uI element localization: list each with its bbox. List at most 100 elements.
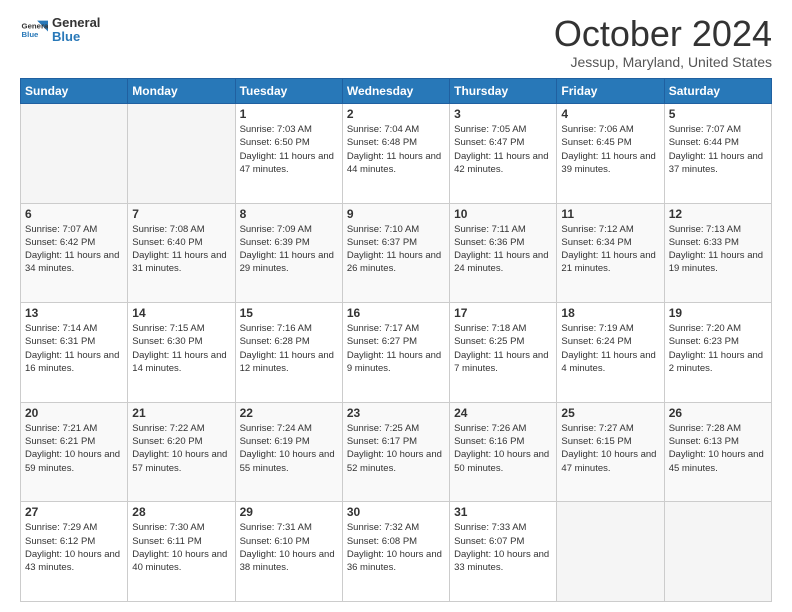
day-info: Sunrise: 7:07 AMSunset: 6:42 PMDaylight:…: [25, 223, 123, 276]
col-header-tuesday: Tuesday: [235, 79, 342, 104]
calendar-cell: [128, 104, 235, 204]
calendar-cell: 31Sunrise: 7:33 AMSunset: 6:07 PMDayligh…: [450, 502, 557, 602]
day-info: Sunrise: 7:10 AMSunset: 6:37 PMDaylight:…: [347, 223, 445, 276]
logo: General Blue General Blue: [20, 16, 100, 45]
col-header-thursday: Thursday: [450, 79, 557, 104]
day-number: 29: [240, 505, 338, 519]
calendar-week-2: 6 Sunrise: 7:07 AMSunset: 6:42 PMDaylight…: [21, 203, 772, 303]
calendar-cell: 11 Sunrise: 7:12 AMSunset: 6:34 PMDayligh…: [557, 203, 664, 303]
day-info: Sunrise: 7:31 AMSunset: 6:10 PMDaylight:…: [240, 521, 338, 574]
day-number: 23: [347, 406, 445, 420]
calendar-cell: 21Sunrise: 7:22 AMSunset: 6:20 PMDayligh…: [128, 402, 235, 502]
calendar-cell: 2Sunrise: 7:04 AMSunset: 6:48 PMDaylight…: [342, 104, 449, 204]
calendar-cell: [664, 502, 771, 602]
day-number: 20: [25, 406, 123, 420]
day-info: Sunrise: 7:06 AMSunset: 6:45 PMDaylight:…: [561, 123, 659, 176]
day-info: Sunrise: 7:08 AMSunset: 6:40 PMDaylight:…: [132, 223, 230, 276]
day-info: Sunrise: 7:13 AMSunset: 6:33 PMDaylight:…: [669, 223, 767, 276]
calendar-cell: 1 Sunrise: 7:03 AMSunset: 6:50 PMDaylight…: [235, 104, 342, 204]
location: Jessup, Maryland, United States: [554, 54, 772, 70]
day-number: 6: [25, 207, 123, 221]
day-info: Sunrise: 7:16 AMSunset: 6:28 PMDaylight:…: [240, 322, 338, 375]
calendar-cell: 10Sunrise: 7:11 AMSunset: 6:36 PMDayligh…: [450, 203, 557, 303]
day-info: Sunrise: 7:07 AMSunset: 6:44 PMDaylight:…: [669, 123, 767, 176]
day-number: 30: [347, 505, 445, 519]
day-number: 11: [561, 207, 659, 221]
svg-text:Blue: Blue: [22, 30, 40, 39]
day-number: 17: [454, 306, 552, 320]
day-number: 3: [454, 107, 552, 121]
day-info: Sunrise: 7:03 AMSunset: 6:50 PMDaylight:…: [240, 123, 338, 176]
day-info: Sunrise: 7:15 AMSunset: 6:30 PMDaylight:…: [132, 322, 230, 375]
calendar-cell: 24Sunrise: 7:26 AMSunset: 6:16 PMDayligh…: [450, 402, 557, 502]
col-header-monday: Monday: [128, 79, 235, 104]
calendar-cell: 12 Sunrise: 7:13 AMSunset: 6:33 PMDayligh…: [664, 203, 771, 303]
day-number: 10: [454, 207, 552, 221]
logo-text: General Blue: [52, 16, 100, 45]
day-number: 18: [561, 306, 659, 320]
day-info: Sunrise: 7:32 AMSunset: 6:08 PMDaylight:…: [347, 521, 445, 574]
day-number: 5: [669, 107, 767, 121]
day-info: Sunrise: 7:17 AMSunset: 6:27 PMDaylight:…: [347, 322, 445, 375]
day-info: Sunrise: 7:20 AMSunset: 6:23 PMDaylight:…: [669, 322, 767, 375]
day-info: Sunrise: 7:05 AMSunset: 6:47 PMDaylight:…: [454, 123, 552, 176]
col-header-saturday: Saturday: [664, 79, 771, 104]
day-number: 19: [669, 306, 767, 320]
day-info: Sunrise: 7:09 AMSunset: 6:39 PMDaylight:…: [240, 223, 338, 276]
col-header-sunday: Sunday: [21, 79, 128, 104]
calendar-cell: 13Sunrise: 7:14 AMSunset: 6:31 PMDayligh…: [21, 303, 128, 403]
day-number: 16: [347, 306, 445, 320]
day-info: Sunrise: 7:29 AMSunset: 6:12 PMDaylight:…: [25, 521, 123, 574]
day-number: 4: [561, 107, 659, 121]
header: General Blue General Blue October 2024 J…: [20, 16, 772, 70]
calendar-cell: [21, 104, 128, 204]
calendar-cell: 4 Sunrise: 7:06 AMSunset: 6:45 PMDaylight…: [557, 104, 664, 204]
col-header-friday: Friday: [557, 79, 664, 104]
calendar-cell: 20 Sunrise: 7:21 AMSunset: 6:21 PMDayligh…: [21, 402, 128, 502]
day-info: Sunrise: 7:12 AMSunset: 6:34 PMDaylight:…: [561, 223, 659, 276]
calendar-cell: 30 Sunrise: 7:32 AMSunset: 6:08 PMDayligh…: [342, 502, 449, 602]
day-number: 27: [25, 505, 123, 519]
calendar-cell: 6 Sunrise: 7:07 AMSunset: 6:42 PMDaylight…: [21, 203, 128, 303]
col-header-wednesday: Wednesday: [342, 79, 449, 104]
calendar: SundayMondayTuesdayWednesdayThursdayFrid…: [20, 78, 772, 602]
svg-text:General: General: [22, 22, 48, 31]
day-number: 7: [132, 207, 230, 221]
day-info: Sunrise: 7:14 AMSunset: 6:31 PMDaylight:…: [25, 322, 123, 375]
day-number: 12: [669, 207, 767, 221]
day-info: Sunrise: 7:27 AMSunset: 6:15 PMDaylight:…: [561, 422, 659, 475]
calendar-cell: 9 Sunrise: 7:10 AMSunset: 6:37 PMDaylight…: [342, 203, 449, 303]
day-number: 15: [240, 306, 338, 320]
calendar-week-4: 20 Sunrise: 7:21 AMSunset: 6:21 PMDayligh…: [21, 402, 772, 502]
logo-blue: Blue: [52, 30, 100, 44]
day-number: 28: [132, 505, 230, 519]
logo-icon: General Blue: [20, 16, 48, 44]
calendar-cell: [557, 502, 664, 602]
day-info: Sunrise: 7:25 AMSunset: 6:17 PMDaylight:…: [347, 422, 445, 475]
day-info: Sunrise: 7:30 AMSunset: 6:11 PMDaylight:…: [132, 521, 230, 574]
day-number: 8: [240, 207, 338, 221]
day-info: Sunrise: 7:28 AMSunset: 6:13 PMDaylight:…: [669, 422, 767, 475]
calendar-cell: 16 Sunrise: 7:17 AMSunset: 6:27 PMDayligh…: [342, 303, 449, 403]
calendar-cell: 25Sunrise: 7:27 AMSunset: 6:15 PMDayligh…: [557, 402, 664, 502]
day-info: Sunrise: 7:19 AMSunset: 6:24 PMDaylight:…: [561, 322, 659, 375]
day-number: 31: [454, 505, 552, 519]
calendar-cell: 8 Sunrise: 7:09 AMSunset: 6:39 PMDaylight…: [235, 203, 342, 303]
day-info: Sunrise: 7:21 AMSunset: 6:21 PMDaylight:…: [25, 422, 123, 475]
page: General Blue General Blue October 2024 J…: [0, 0, 792, 612]
day-number: 1: [240, 107, 338, 121]
calendar-cell: 26 Sunrise: 7:28 AMSunset: 6:13 PMDayligh…: [664, 402, 771, 502]
calendar-cell: 15 Sunrise: 7:16 AMSunset: 6:28 PMDayligh…: [235, 303, 342, 403]
day-number: 21: [132, 406, 230, 420]
day-number: 14: [132, 306, 230, 320]
day-number: 9: [347, 207, 445, 221]
day-number: 22: [240, 406, 338, 420]
day-info: Sunrise: 7:18 AMSunset: 6:25 PMDaylight:…: [454, 322, 552, 375]
day-info: Sunrise: 7:24 AMSunset: 6:19 PMDaylight:…: [240, 422, 338, 475]
day-number: 2: [347, 107, 445, 121]
calendar-cell: 7 Sunrise: 7:08 AMSunset: 6:40 PMDaylight…: [128, 203, 235, 303]
day-number: 26: [669, 406, 767, 420]
calendar-cell: 5 Sunrise: 7:07 AMSunset: 6:44 PMDaylight…: [664, 104, 771, 204]
day-number: 24: [454, 406, 552, 420]
title-block: October 2024 Jessup, Maryland, United St…: [554, 16, 772, 70]
